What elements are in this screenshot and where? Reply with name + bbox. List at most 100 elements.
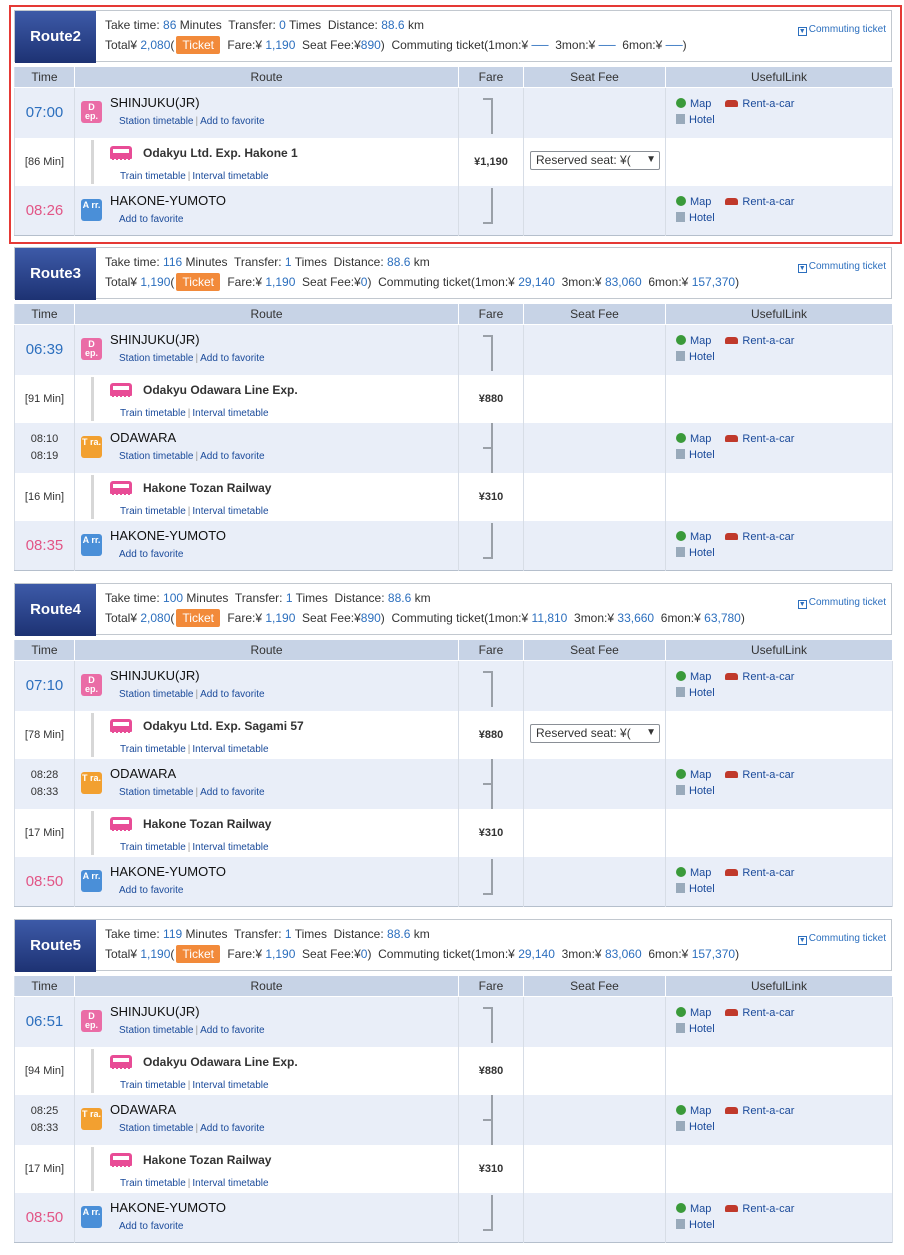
train-timetable-link[interactable]: Train timetable	[120, 1080, 186, 1091]
map-link[interactable]: Map	[690, 1105, 711, 1117]
table-header: Time Route Fare Seat Fee UsefulLink	[14, 639, 893, 661]
rent-a-car-link[interactable]: Rent-a-car	[742, 1007, 794, 1019]
map-link[interactable]: Map	[690, 769, 711, 781]
link-separator: |	[195, 353, 199, 364]
table-header: Time Route Fare Seat Fee UsefulLink	[14, 975, 893, 997]
map-link[interactable]: Map	[690, 867, 711, 879]
interval-timetable-link[interactable]: Interval timetable	[192, 744, 268, 755]
hotel-link[interactable]: Hotel	[689, 449, 715, 461]
interval-timetable-link[interactable]: Interval timetable	[192, 1080, 268, 1091]
station-links: Add to favorite	[119, 885, 183, 896]
train-timetable-link[interactable]: Train timetable	[120, 842, 186, 853]
add-favorite-link[interactable]: Add to favorite	[200, 451, 264, 462]
route-label[interactable]: Route4	[15, 584, 96, 636]
route-label[interactable]: Route3	[15, 248, 96, 300]
station-timetable-link[interactable]: Station timetable	[119, 1025, 194, 1036]
hotel-link[interactable]: Hotel	[689, 547, 715, 559]
line-bar	[91, 712, 94, 757]
hotel-link[interactable]: Hotel	[689, 351, 715, 363]
rent-a-car-link[interactable]: Rent-a-car	[742, 531, 794, 543]
time-cell: 08:10 08:19	[14, 422, 75, 473]
station-badge-icon: T ra.	[81, 771, 102, 794]
station-row: 06:39 D ep. SHINJUKU(JR) Station timetab…	[14, 324, 893, 375]
car-icon	[725, 673, 739, 680]
map-link[interactable]: Map	[690, 1203, 711, 1215]
seat-select[interactable]: Reserved seat: ¥(▼	[530, 723, 660, 743]
col-route: Route	[74, 639, 459, 661]
hotel-icon	[676, 1023, 685, 1033]
rent-a-car-link[interactable]: Rent-a-car	[742, 769, 794, 781]
train-timetable-link[interactable]: Train timetable	[120, 506, 186, 517]
ticket-button[interactable]: Ticket	[176, 609, 220, 627]
expand-icon: ▼	[797, 936, 807, 945]
station-row: 08:28 08:33 T ra. ODAWARA Station timetab…	[14, 758, 893, 809]
map-link[interactable]: Map	[690, 1007, 711, 1019]
rent-a-car-link[interactable]: Rent-a-car	[742, 433, 794, 445]
station-timetable-link[interactable]: Station timetable	[119, 451, 194, 462]
commuting-ticket-link[interactable]: ▼ Commuting ticket	[797, 933, 886, 945]
globe-icon	[676, 671, 686, 681]
ticket-button[interactable]: Ticket	[176, 273, 220, 291]
train-timetable-link[interactable]: Train timetable	[120, 744, 186, 755]
useful-links: Map Rent-a-car Hotel	[676, 865, 794, 897]
station-timetable-link[interactable]: Station timetable	[119, 353, 194, 364]
rent-a-car-link[interactable]: Rent-a-car	[742, 671, 794, 683]
interval-timetable-link[interactable]: Interval timetable	[192, 1178, 268, 1189]
station-timetable-link[interactable]: Station timetable	[119, 787, 194, 798]
add-favorite-link[interactable]: Add to favorite	[119, 549, 183, 560]
rent-a-car-link[interactable]: Rent-a-car	[742, 1105, 794, 1117]
interval-timetable-link[interactable]: Interval timetable	[192, 842, 268, 853]
seat-fee-cell: Reserved seat: ¥(▼	[523, 710, 666, 759]
commuting-ticket-link[interactable]: ▼ Commuting ticket	[797, 597, 886, 609]
hotel-link[interactable]: Hotel	[689, 1121, 715, 1133]
summary-line-1: Take time: 116 Minutes Transfer: 1 Times…	[105, 255, 430, 269]
train-timetable-link[interactable]: Train timetable	[120, 1178, 186, 1189]
hotel-icon	[676, 687, 685, 697]
link-separator: |	[195, 1122, 199, 1134]
useful-link-cell	[665, 710, 893, 759]
useful-link-cell: Map Rent-a-car Hotel	[665, 856, 893, 907]
route-table: Time Route Fare Seat Fee UsefulLink 06:5…	[14, 975, 893, 1243]
station-badge-icon: D ep.	[81, 1010, 102, 1032]
station-name: SHINJUKU(JR)	[110, 668, 200, 683]
departure-time: 06:51	[25, 1013, 64, 1031]
rent-a-car-link[interactable]: Rent-a-car	[742, 867, 794, 879]
add-favorite-link[interactable]: Add to favorite	[200, 353, 264, 364]
route-label[interactable]: Route5	[15, 920, 96, 972]
interval-timetable-link[interactable]: Interval timetable	[192, 408, 268, 419]
route-cell: Hakone Tozan Railway Train timetable | Int…	[74, 472, 459, 521]
useful-links: Map Rent-a-car Hotel	[676, 431, 794, 463]
add-favorite-link[interactable]: Add to favorite	[119, 885, 183, 896]
add-favorite-link[interactable]: Add to favorite	[200, 1123, 264, 1134]
commuting-ticket-link[interactable]: ▼ Commuting ticket	[797, 261, 886, 273]
col-time: Time	[14, 975, 75, 997]
globe-icon	[676, 530, 686, 541]
hotel-link[interactable]: Hotel	[689, 1219, 715, 1231]
interval-timetable-link[interactable]: Interval timetable	[192, 506, 268, 517]
train-links: Train timetable | Interval timetable	[120, 506, 269, 517]
rent-a-car-link[interactable]: Rent-a-car	[742, 335, 794, 347]
train-timetable-link[interactable]: Train timetable	[120, 408, 186, 419]
train-links: Train timetable | Interval timetable	[120, 1080, 269, 1091]
map-link[interactable]: Map	[690, 671, 711, 683]
link-separator: |	[187, 505, 191, 517]
add-favorite-link[interactable]: Add to favorite	[200, 689, 264, 700]
map-link[interactable]: Map	[690, 433, 711, 445]
route-summary: Route4 Take time: 100 Minutes Transfer: …	[14, 583, 892, 636]
station-timetable-link[interactable]: Station timetable	[119, 1123, 194, 1134]
map-link[interactable]: Map	[690, 531, 711, 543]
station-timetable-link[interactable]: Station timetable	[119, 689, 194, 700]
rent-a-car-link[interactable]: Rent-a-car	[742, 1203, 794, 1215]
add-favorite-link[interactable]: Add to favorite	[119, 1221, 183, 1232]
hotel-link[interactable]: Hotel	[689, 687, 715, 699]
hotel-link[interactable]: Hotel	[689, 785, 715, 797]
route-cell: T ra. ODAWARA Station timetable | Add to f…	[74, 758, 459, 809]
map-link[interactable]: Map	[690, 335, 711, 347]
col-useful-link: UsefulLink	[665, 975, 893, 997]
hotel-link[interactable]: Hotel	[689, 883, 715, 895]
add-favorite-link[interactable]: Add to favorite	[200, 1025, 264, 1036]
hotel-link[interactable]: Hotel	[689, 1023, 715, 1035]
ticket-button[interactable]: Ticket	[176, 945, 220, 963]
useful-links: Map Rent-a-car Hotel	[676, 1005, 794, 1037]
add-favorite-link[interactable]: Add to favorite	[200, 787, 264, 798]
